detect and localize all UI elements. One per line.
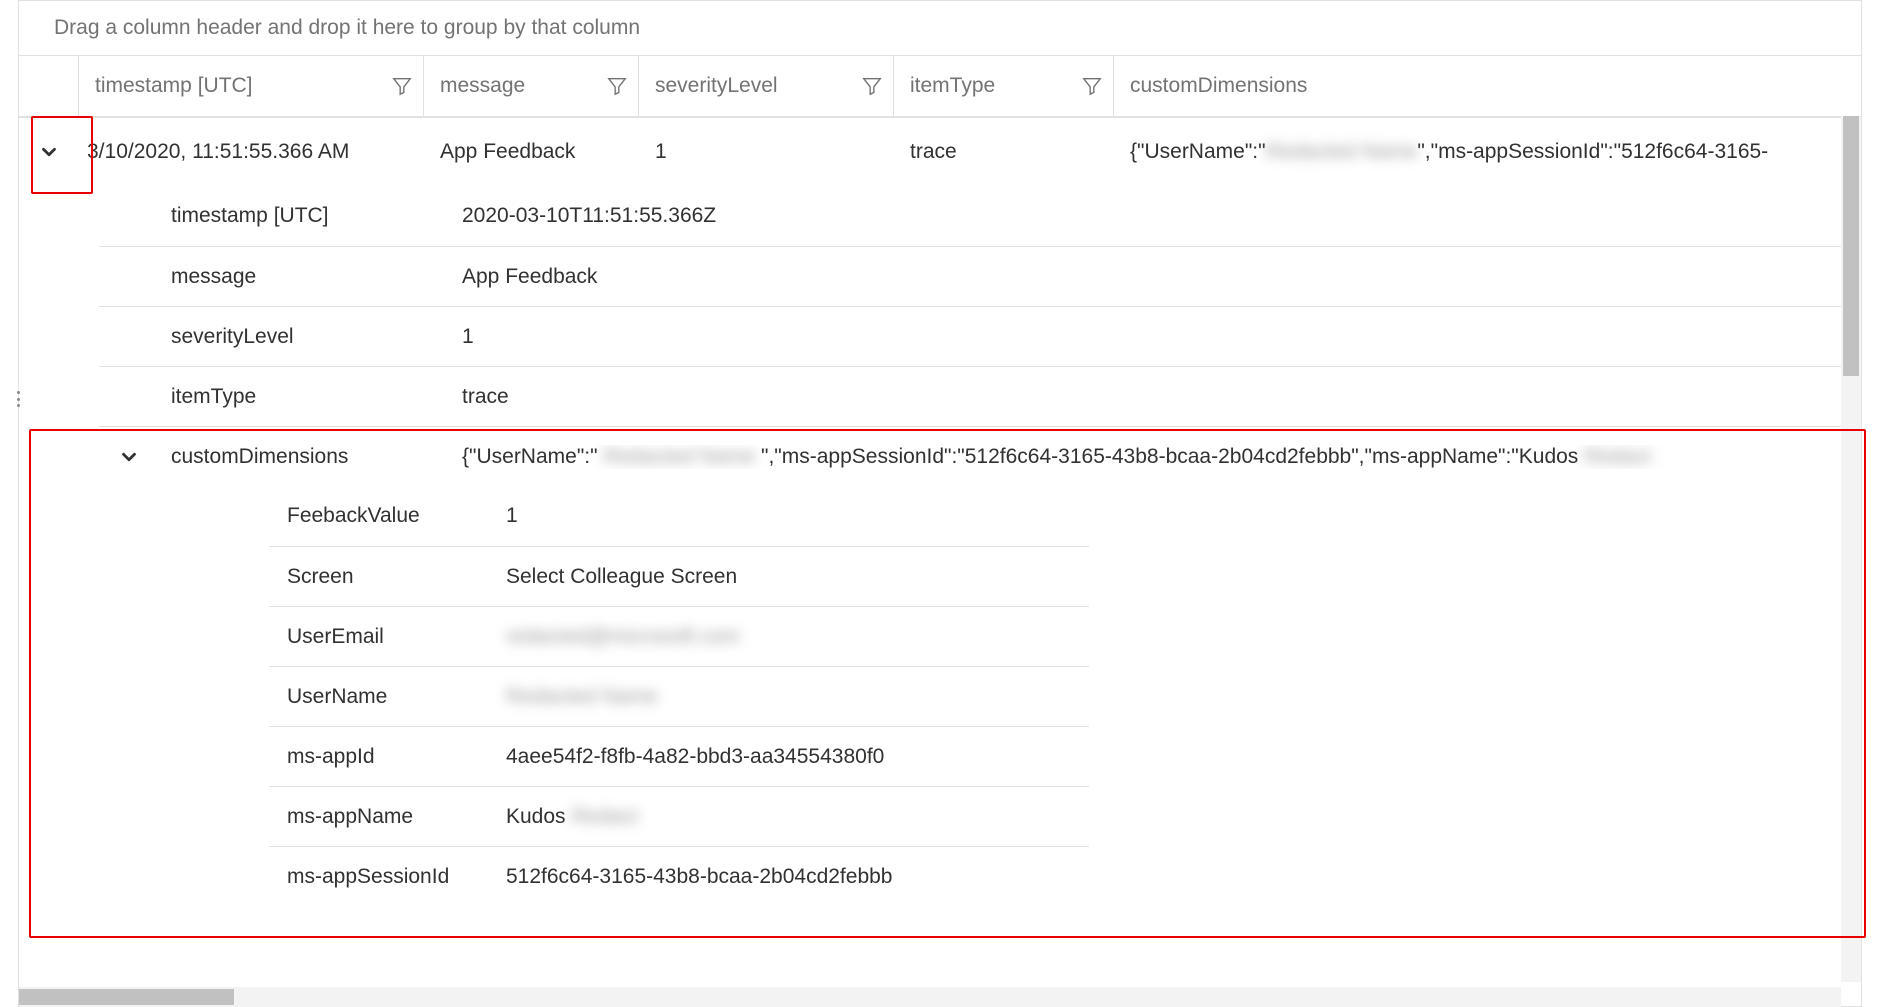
detail-key: timestamp [UTC] [159, 204, 454, 228]
column-label: message [440, 74, 525, 98]
expand-column-header [19, 56, 79, 116]
cell-severitylevel: 1 [639, 118, 894, 186]
panel-drag-handle-icon [15, 391, 21, 407]
filter-icon[interactable] [606, 75, 628, 97]
table-row[interactable]: 3/10/2020, 11:51:55.366 AM App Feedback … [19, 116, 1861, 186]
cell-timestamp: 3/10/2020, 11:51:55.366 AM [79, 118, 424, 186]
grid-header-row: timestamp [UTC] message severityLevel it… [19, 56, 1861, 116]
detail-row-timestamp: timestamp [UTC] 2020-03-10T11:51:55.366Z [99, 186, 1861, 246]
vertical-scrollbar-thumb[interactable] [1843, 116, 1859, 376]
filter-icon[interactable] [1081, 75, 1103, 97]
filter-icon[interactable] [391, 75, 413, 97]
detail-row-severitylevel: severityLevel 1 [99, 306, 1861, 366]
column-header-severitylevel[interactable]: severityLevel [639, 56, 894, 116]
detail-key: itemType [159, 385, 454, 409]
column-label: customDimensions [1130, 74, 1307, 98]
column-header-timestamp[interactable]: timestamp [UTC] [79, 56, 424, 116]
detail-value: trace [454, 385, 1861, 409]
detail-value: 2020-03-10T11:51:55.366Z [454, 204, 1861, 228]
cell-message: App Feedback [424, 118, 639, 186]
cd-json-suffix: ","ms-appSessionId":"512f6c64-3165- [1417, 140, 1768, 164]
log-grid-panel: Drag a column header and drop it here to… [18, 0, 1862, 1007]
filter-icon[interactable] [861, 75, 883, 97]
cd-json-prefix: {"UserName":" [1130, 140, 1266, 164]
highlight-customdimensions [29, 429, 1866, 938]
column-header-customdimensions[interactable]: customDimensions [1114, 56, 1861, 116]
column-header-itemtype[interactable]: itemType [894, 56, 1114, 116]
column-label: timestamp [UTC] [95, 74, 253, 98]
detail-key: message [159, 265, 454, 289]
row-detail-block: timestamp [UTC] 2020-03-10T11:51:55.366Z… [19, 186, 1861, 906]
detail-row-message: message App Feedback [99, 246, 1861, 306]
cell-itemtype: trace [894, 118, 1114, 186]
data-row-wrapper: 3/10/2020, 11:51:55.366 AM App Feedback … [19, 116, 1861, 186]
detail-key: severityLevel [159, 325, 454, 349]
cell-customdimensions: {"UserName":" Redacted Name ","ms-appSes… [1114, 118, 1861, 186]
detail-row-itemtype: itemType trace [99, 366, 1861, 426]
grid-area: timestamp [UTC] message severityLevel it… [19, 56, 1861, 1007]
detail-value: App Feedback [454, 265, 1861, 289]
highlight-expand-toggle [31, 116, 93, 194]
column-label: itemType [910, 74, 995, 98]
detail-value: 1 [454, 325, 1861, 349]
group-by-bar[interactable]: Drag a column header and drop it here to… [19, 1, 1861, 56]
cd-json-redacted: Redacted Name [1266, 140, 1418, 164]
horizontal-scrollbar[interactable] [19, 987, 1841, 1007]
column-label: severityLevel [655, 74, 778, 98]
column-header-message[interactable]: message [424, 56, 639, 116]
horizontal-scrollbar-thumb[interactable] [19, 989, 234, 1005]
